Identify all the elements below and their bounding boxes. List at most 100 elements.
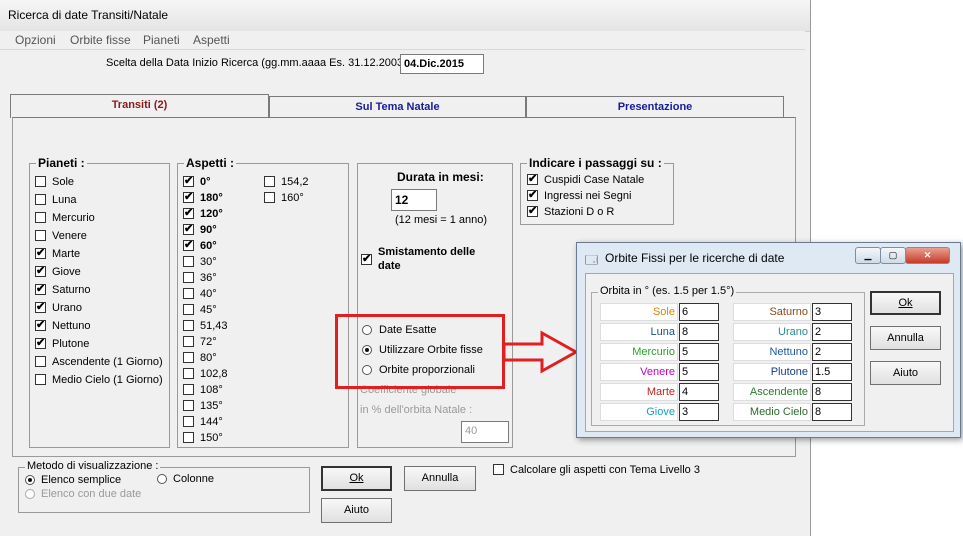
- pianeta-checkbox[interactable]: [35, 230, 46, 241]
- pianeta-label: Sole: [52, 176, 75, 188]
- orbita-value-input[interactable]: 3: [679, 403, 719, 421]
- radio-elenco-due-date: [25, 489, 35, 499]
- passaggio-label: Cuspidi Case Natale: [544, 174, 645, 186]
- aiuto-button[interactable]: Aiuto: [321, 498, 392, 523]
- menu-aspetti[interactable]: Aspetti: [193, 33, 230, 47]
- orbita-group-label: Orbita in ° (es. 1.5 per 1.5°): [598, 285, 737, 297]
- aspetto-checkbox[interactable]: [183, 222, 194, 235]
- date-input[interactable]: 04.Dic.2015: [400, 54, 484, 74]
- orbita-value-input[interactable]: 6: [679, 303, 719, 321]
- dialog-annulla-button[interactable]: Annulla: [870, 326, 941, 350]
- pianeta-checkbox[interactable]: [35, 176, 46, 187]
- orbita-name: Urano: [733, 323, 811, 341]
- pianeta-checkbox[interactable]: [35, 356, 46, 367]
- dialog-body: Orbita in ° (es. 1.5 per 1.5°) Sole 6 Luna…: [585, 273, 954, 432]
- tab-presentazione[interactable]: Presentazione: [526, 96, 784, 118]
- dialog-aiuto-button[interactable]: Aiuto: [870, 361, 941, 385]
- pianeta-checkbox[interactable]: [35, 264, 46, 277]
- annulla-button[interactable]: Annulla: [404, 466, 476, 491]
- orbita-name: Saturno: [733, 303, 811, 321]
- radio-elenco-semplice[interactable]: [25, 475, 35, 485]
- passaggio-checkbox[interactable]: [527, 204, 538, 217]
- pianeta-checkbox[interactable]: [35, 282, 46, 295]
- ok-button-label: Ok: [349, 472, 364, 484]
- durata-label: Durata in mesi:: [397, 170, 484, 184]
- close-icon[interactable]: ✕: [905, 247, 950, 264]
- pianeta-label: Plutone: [52, 338, 90, 350]
- aspetto-checkbox[interactable]: [183, 272, 194, 283]
- pianeta-checkbox[interactable]: [35, 336, 46, 349]
- pianeta-label: Saturno: [52, 284, 91, 296]
- aspetto-checkbox[interactable]: [183, 320, 194, 331]
- orbita-value-input[interactable]: 2: [812, 323, 852, 341]
- menu-opzioni[interactable]: Opzioni: [15, 33, 56, 47]
- aspetto-checkbox[interactable]: [183, 238, 194, 251]
- aspetto-checkbox[interactable]: [183, 206, 194, 219]
- aspetto-checkbox[interactable]: [183, 432, 194, 443]
- minimize-icon[interactable]: ▁: [855, 247, 881, 264]
- pianeta-checkbox[interactable]: [35, 300, 46, 313]
- durata-note: (12 mesi = 1 anno): [395, 214, 488, 226]
- orbita-value-input[interactable]: 8: [812, 383, 852, 401]
- orbita-value-input[interactable]: 1.5: [812, 363, 852, 381]
- livello3-checkbox[interactable]: [493, 464, 504, 475]
- radio-colonne[interactable]: [157, 474, 167, 484]
- title-bar: Ricerca di date Transiti/Natale: [0, 0, 810, 32]
- pianeta-checkbox[interactable]: [35, 194, 46, 205]
- orbita-value-input[interactable]: 5: [679, 363, 719, 381]
- aspetto-label: 144°: [200, 416, 223, 428]
- menu-pianeti[interactable]: Pianeti: [143, 33, 180, 47]
- aspetto-checkbox[interactable]: [183, 384, 194, 395]
- aspetto-label: 135°: [200, 400, 223, 412]
- aspetto-checkbox[interactable]: [183, 400, 194, 411]
- orbita-value-input[interactable]: 5: [679, 343, 719, 361]
- aspetto-checkbox[interactable]: [183, 368, 194, 379]
- orbita-name: Sole: [600, 303, 678, 321]
- aspetto-checkbox[interactable]: [264, 176, 275, 187]
- orbita-value-input[interactable]: 8: [812, 403, 852, 421]
- pianeta-label: Urano: [52, 302, 82, 314]
- aspetto-checkbox[interactable]: [183, 174, 194, 187]
- passaggio-checkbox[interactable]: [527, 172, 538, 185]
- aiuto-button-label: Aiuto: [343, 504, 370, 516]
- smistamento-checkbox[interactable]: [361, 252, 372, 265]
- orbita-value-input[interactable]: 8: [679, 323, 719, 341]
- passaggio-label: Stazioni D o R: [544, 206, 615, 218]
- menu-orbite-fisse[interactable]: Orbite fisse: [70, 33, 131, 47]
- orbita-name: Mercurio: [600, 343, 678, 361]
- arrow-icon: [502, 330, 580, 374]
- window-title: Ricerca di date Transiti/Natale: [8, 8, 169, 22]
- tab-transiti[interactable]: Transiti (2): [10, 94, 269, 118]
- aspetto-checkbox[interactable]: [183, 190, 194, 203]
- pianeta-checkbox[interactable]: [35, 318, 46, 331]
- passaggio-checkbox[interactable]: [527, 188, 538, 201]
- tab-tema-natale[interactable]: Sul Tema Natale: [269, 96, 526, 118]
- aspetto-checkbox[interactable]: [183, 288, 194, 299]
- orbita-value-input[interactable]: 4: [679, 383, 719, 401]
- pianeta-checkbox[interactable]: [35, 246, 46, 259]
- aspetti-label: Aspetti :: [184, 156, 236, 170]
- colonne-label: Colonne: [173, 473, 214, 485]
- pianeta-checkbox[interactable]: [35, 374, 46, 385]
- aspetto-checkbox[interactable]: [183, 304, 194, 315]
- maximize-icon[interactable]: ▢: [880, 247, 906, 264]
- orbita-value-input[interactable]: 2: [812, 343, 852, 361]
- aspetto-checkbox[interactable]: [183, 256, 194, 267]
- dialog-ok-button[interactable]: Ok: [870, 291, 941, 315]
- aspetto-label: 154,2: [281, 176, 309, 188]
- durata-input[interactable]: 12: [391, 189, 437, 211]
- aspetto-checkbox[interactable]: [264, 192, 275, 203]
- aspetto-checkbox[interactable]: [183, 336, 194, 347]
- pianeta-checkbox[interactable]: [35, 212, 46, 223]
- ok-button[interactable]: Ok: [321, 466, 392, 491]
- coefficiente-input[interactable]: 40: [461, 421, 509, 443]
- dialog-title: Orbite Fissi per le ricerche di date: [605, 251, 785, 265]
- dialog-ok-label: Ok: [898, 297, 913, 309]
- aspetto-checkbox[interactable]: [183, 352, 194, 363]
- aspetto-checkbox[interactable]: [183, 416, 194, 427]
- aspetto-label: 60°: [200, 240, 217, 252]
- orbita-name: Venere: [600, 363, 678, 381]
- orbita-name: Marte: [600, 383, 678, 401]
- orbita-name: Plutone: [733, 363, 811, 381]
- orbita-value-input[interactable]: 3: [812, 303, 852, 321]
